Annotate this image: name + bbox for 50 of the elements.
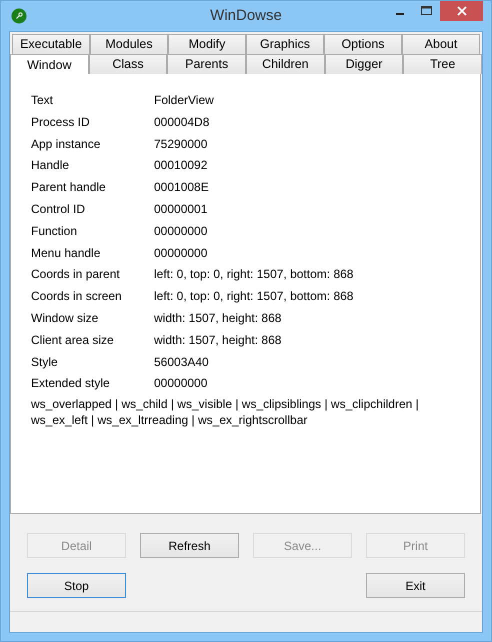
- property-label: Coords in screen: [31, 288, 123, 306]
- tab[interactable]: Options: [324, 34, 402, 54]
- property-label: Control ID: [31, 200, 86, 218]
- property-value: 00000000: [154, 222, 208, 240]
- property-value: left: 0, top: 0, right: 1507, bottom: 868: [154, 288, 354, 306]
- property-label: Menu handle: [31, 244, 102, 262]
- property-label: Client area size: [31, 332, 115, 349]
- action-button[interactable]: Refresh: [140, 533, 239, 558]
- action-button[interactable]: Exit: [366, 573, 465, 598]
- property-label: Process ID: [31, 114, 91, 131]
- close-icon: [456, 6, 466, 16]
- maximize-icon: [420, 6, 432, 16]
- tab[interactable]: Tree: [403, 54, 482, 74]
- property-label: Style: [31, 354, 59, 371]
- minimize-icon: [396, 13, 404, 15]
- property-value: width: 1507, height: 868: [154, 310, 282, 327]
- property-label: Text: [31, 92, 54, 109]
- property-label: Function: [31, 222, 78, 240]
- tab[interactable]: Parents: [167, 54, 246, 74]
- property-value: 00010092: [154, 157, 208, 174]
- property-label: Parent handle: [31, 179, 107, 196]
- action-button[interactable]: Stop: [27, 573, 126, 598]
- property-value: FolderView: [154, 92, 215, 109]
- app-icon: [11, 8, 27, 24]
- property-value: 000004D8: [154, 114, 210, 131]
- tab[interactable]: About: [402, 34, 480, 54]
- property-value: 00000000: [154, 375, 208, 392]
- property-value: left: 0, top: 0, right: 1507, bottom: 868: [154, 266, 354, 284]
- property-value: 00000001: [154, 200, 208, 218]
- property-value: 56003A40: [154, 354, 210, 371]
- tab[interactable]: Digger: [324, 54, 404, 74]
- property-value: 00000000: [154, 244, 208, 262]
- window-title: WinDowse: [210, 7, 282, 24]
- property-label: Window size: [31, 310, 100, 327]
- tab[interactable]: Modules: [90, 34, 168, 54]
- close-button[interactable]: [440, 1, 483, 21]
- tab[interactable]: Graphics: [246, 34, 324, 54]
- tab[interactable]: Window: [10, 54, 89, 74]
- property-label: Extended style: [31, 375, 111, 392]
- property-label: Handle: [31, 157, 70, 174]
- tab[interactable]: Class: [88, 54, 168, 74]
- property-value: 75290000: [154, 136, 208, 153]
- property-label: Coords in parent: [31, 266, 121, 284]
- tab[interactable]: Modify: [168, 34, 246, 54]
- tab[interactable]: Children: [246, 54, 325, 74]
- property-label: App instance: [31, 136, 102, 153]
- style-flags-text: ws_overlapped | ws_child | ws_visible | ws_clipsiblings | ws_clipchildren | ws_ex_left | ws_ex_ltrreading | ws_ex_rightscrollbar: [31, 396, 420, 428]
- tab[interactable]: Executable: [12, 34, 90, 54]
- property-value: width: 1507, height: 868: [154, 332, 282, 349]
- property-value: 0001008E: [154, 179, 210, 196]
